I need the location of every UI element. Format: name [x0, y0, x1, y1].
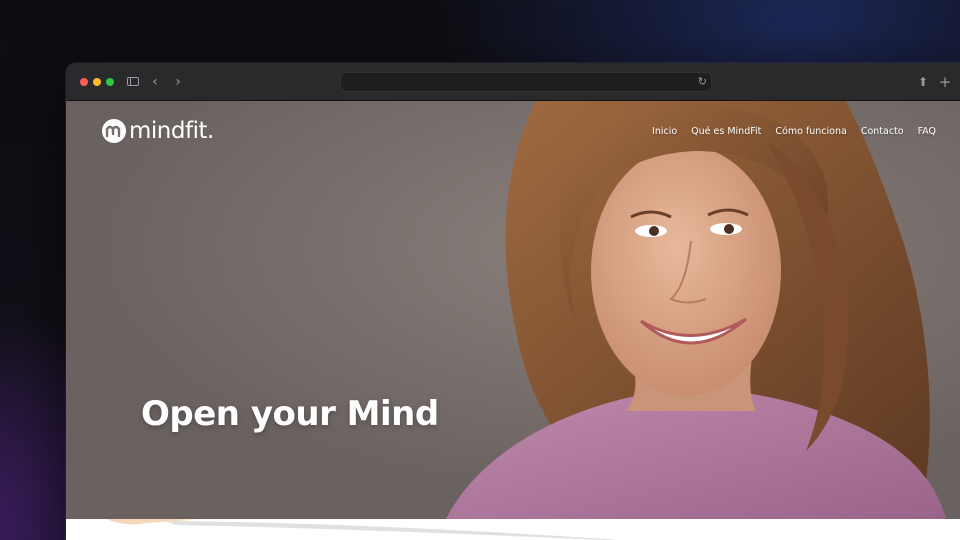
site-logo[interactable]: mindfit.	[102, 118, 214, 144]
nav-link-que-es-mindfit[interactable]: Qué es MindFit	[691, 126, 761, 137]
forward-icon[interactable]: ›	[169, 73, 187, 91]
nav-link-contacto[interactable]: Contacto	[861, 126, 904, 137]
logo-text: mindfit.	[129, 118, 214, 144]
main-nav: Inicio Qué es MindFit Cómo funciona Cont…	[652, 126, 936, 137]
nav-link-faq[interactable]: FAQ	[918, 126, 936, 137]
nav-link-inicio[interactable]: Inicio	[652, 126, 677, 137]
section-divider-wave	[66, 519, 960, 540]
close-window-button[interactable]	[80, 78, 88, 86]
address-bar[interactable]: ↻	[340, 72, 712, 92]
nav-link-como-funciona[interactable]: Cómo funciona	[775, 126, 846, 137]
reload-icon[interactable]: ↻	[698, 74, 707, 90]
browser-window: ‹ › ↻ ⬆ + mindfit. Inicio Qué es MindFit…	[66, 63, 960, 540]
back-icon[interactable]: ‹	[146, 73, 164, 91]
hero-section: mindfit. Inicio Qué es MindFit Cómo func…	[66, 101, 960, 519]
hero-photo-woman	[66, 101, 960, 519]
zoom-window-button[interactable]	[106, 78, 114, 86]
browser-toolbar: ‹ › ↻ ⬆ +	[66, 63, 960, 101]
next-section	[66, 519, 960, 540]
hero-title: Open your Mind	[141, 394, 439, 434]
page-viewport: mindfit. Inicio Qué es MindFit Cómo func…	[66, 101, 960, 540]
share-icon[interactable]: ⬆	[914, 73, 932, 91]
minimize-window-button[interactable]	[93, 78, 101, 86]
logo-mark-icon	[102, 119, 126, 143]
new-tab-icon[interactable]: +	[936, 73, 954, 91]
